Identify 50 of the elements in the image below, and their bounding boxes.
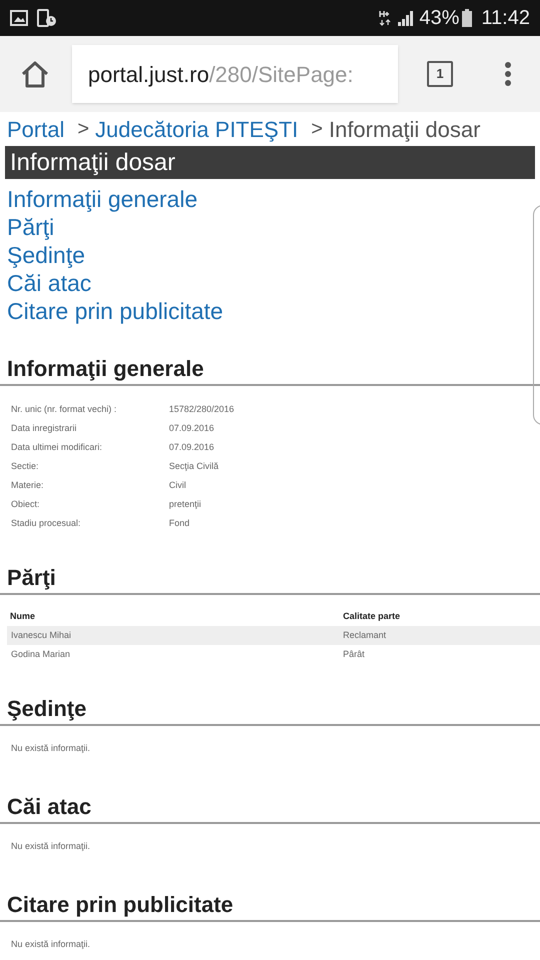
- field-label: Data ultimei modificari:: [11, 440, 104, 454]
- device-clock-icon: [37, 9, 57, 27]
- field-value: Fond: [169, 516, 190, 530]
- field-value: 07.09.2016: [169, 422, 214, 435]
- field-label: Stadiu procesual:: [11, 516, 82, 530]
- empty-message: Nu există informaţii.: [11, 840, 90, 852]
- column-header: Nume: [9, 610, 36, 623]
- section-heading: Şedinţe: [7, 695, 86, 723]
- field-label: Sectie:: [11, 460, 40, 473]
- field-value: 07.09.2016: [169, 440, 214, 454]
- field-label: Data inregistrarii: [11, 422, 78, 435]
- section-heading: Informaţii generale: [7, 355, 204, 383]
- field-value: Civil: [169, 478, 186, 492]
- field-label: Obiect:: [11, 498, 41, 511]
- empty-message: Nu există informaţii.: [11, 938, 90, 950]
- section-link[interactable]: Părţi: [7, 213, 54, 241]
- signal-icon: [397, 10, 416, 26]
- page-title: Informaţii dosar: [10, 148, 176, 178]
- section-heading: Căi atac: [7, 793, 92, 821]
- battery-percent: 43%: [419, 6, 460, 31]
- url-field[interactable]: portal.just.ro/280/SitePage:: [72, 45, 398, 103]
- table-cell-text: Ivanescu Mihai: [10, 628, 72, 642]
- section-link[interactable]: Citare prin publicitate: [7, 297, 224, 325]
- field-value: pretenţii: [169, 498, 202, 511]
- field-label: Materie:: [11, 478, 45, 492]
- section-link[interactable]: Căi atac: [7, 269, 92, 297]
- section-heading: Citare prin publicitate: [7, 891, 234, 919]
- breadcrumb-link[interactable]: Portal: [7, 112, 64, 146]
- breadcrumb-current: Informaţii dosar: [328, 116, 480, 144]
- home-icon[interactable]: [20, 60, 50, 88]
- breadcrumb-separator: >: [77, 117, 90, 142]
- table-cell-text: Pârât: [343, 648, 365, 661]
- clock-time: 11:42: [481, 6, 530, 31]
- menu-icon[interactable]: [504, 61, 512, 87]
- data-arrows-icon: [379, 9, 392, 27]
- empty-message: Nu există informaţii.: [11, 742, 90, 754]
- field-label: Nr. unic (nr. format vechi) :: [11, 402, 118, 416]
- section-link[interactable]: Informaţii generale: [7, 185, 198, 213]
- section-heading: Părţi: [7, 564, 56, 592]
- field-value: Secţia Civilă: [169, 460, 219, 473]
- column-header: Calitate parte: [343, 610, 400, 623]
- image-icon: [10, 10, 28, 26]
- table-cell-text: Reclamant: [343, 628, 386, 642]
- battery-icon: [462, 9, 472, 27]
- breadcrumb-link[interactable]: Judecătoria PITEŞTI: [95, 112, 298, 146]
- section-link[interactable]: Şedinţe: [7, 241, 86, 269]
- breadcrumb-separator: >: [311, 117, 323, 142]
- field-value: 15782/280/2016: [169, 402, 234, 416]
- table-cell-text: Godina Marian: [10, 648, 72, 661]
- tab-count-button[interactable]: 1: [427, 61, 453, 87]
